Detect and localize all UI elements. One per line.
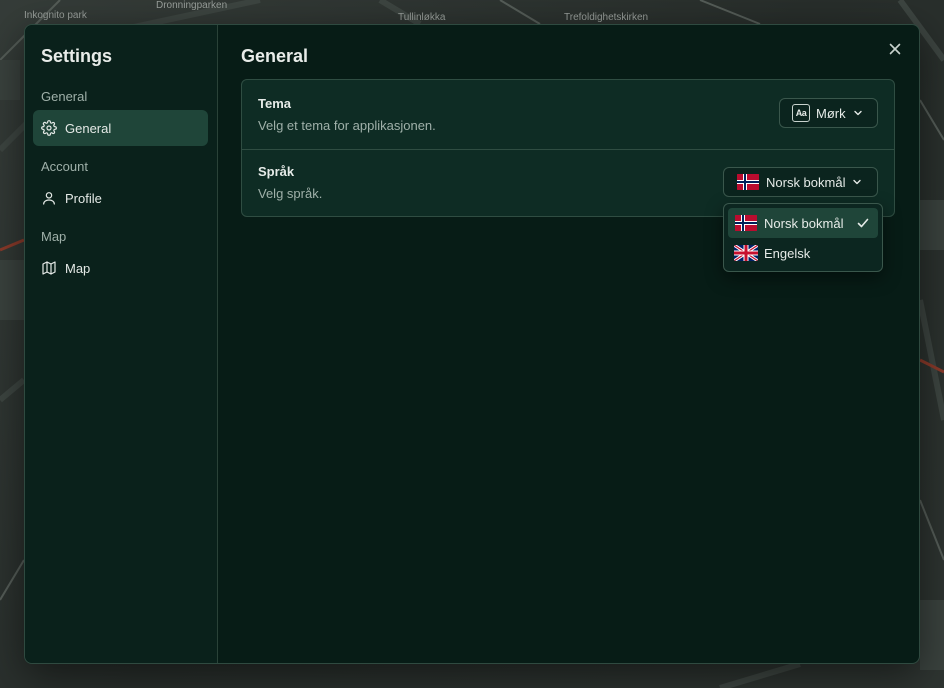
sidebar-title: Settings [41, 46, 113, 66]
sidebar-item-label: General [65, 120, 112, 136]
map-label: Tullinløkka [398, 12, 446, 23]
option-label: Engelsk [764, 245, 811, 261]
setting-description: Velg et tema for applikasjonen. [258, 118, 436, 133]
settings-sidebar: Settings General General Account Profile… [25, 25, 218, 663]
map-icon [42, 261, 56, 275]
theme-select-value: Mørk [816, 105, 846, 121]
sidebar-item-label: Profile [65, 190, 102, 206]
sidebar-item-profile[interactable]: Profile [33, 180, 208, 216]
check-icon [857, 218, 869, 228]
sidebar-item-general[interactable]: General [33, 110, 208, 146]
sidebar-item-map[interactable]: Map [33, 250, 208, 286]
map-label: Inkognito park [24, 10, 87, 21]
language-dropdown-menu: Norsk bokmål Engelsk [723, 203, 883, 272]
option-label: Norsk bokmål [764, 215, 844, 231]
sidebar-item-label: Map [65, 260, 91, 276]
norway-flag-icon [737, 174, 759, 190]
setting-description: Velg språk. [258, 186, 323, 201]
section-label-account: Account [41, 159, 88, 174]
language-select-value: Norsk bokmål [766, 174, 846, 190]
section-label-map: Map [41, 229, 67, 244]
settings-card: Tema Velg et tema for applikasjonen. Aa … [241, 79, 895, 217]
user-icon [43, 192, 55, 205]
map-label: Trefoldighetskirken [564, 12, 649, 23]
chevron-down-icon [853, 110, 862, 116]
section-label-general: General [41, 89, 88, 104]
theme-icon: Aa [792, 104, 810, 122]
uk-flag-icon [734, 245, 758, 261]
language-option-norsk[interactable]: Norsk bokmål [728, 208, 878, 238]
theme-select[interactable]: Aa Mørk [779, 98, 878, 128]
language-select[interactable]: Norsk bokmål [723, 167, 878, 197]
settings-dialog: Settings General General Account Profile… [24, 24, 920, 664]
page-title: General [241, 46, 309, 66]
norway-flag-icon [735, 215, 757, 231]
setting-title: Språk [258, 164, 295, 179]
map-label: Dronningparken [156, 0, 228, 11]
language-option-engelsk[interactable]: Engelsk [728, 238, 878, 268]
gear-icon [41, 120, 57, 136]
close-icon[interactable] [887, 41, 903, 57]
setting-row-theme: Tema Velg et tema for applikasjonen. Aa … [242, 80, 894, 148]
setting-title: Tema [258, 96, 291, 111]
chevron-down-icon [853, 179, 862, 185]
